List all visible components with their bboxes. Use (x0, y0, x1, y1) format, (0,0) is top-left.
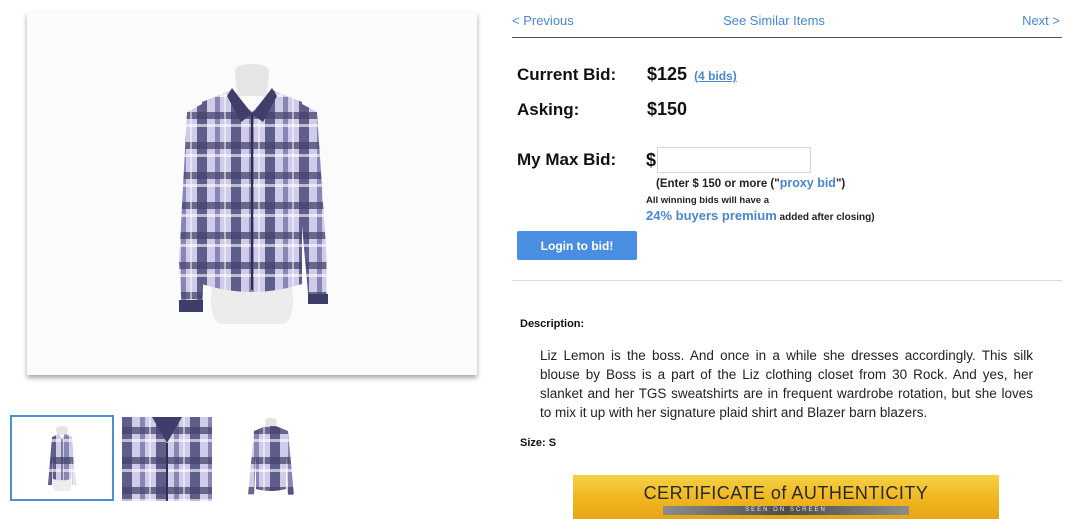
minimum-bid-prefix: (Enter $ 150 or more (" (656, 178, 780, 190)
buyers-premium-link[interactable]: 24% buyers premium (646, 208, 777, 223)
section-divider (512, 280, 1062, 281)
main-product-photo[interactable] (27, 12, 477, 375)
thumbnail-detail-image (122, 417, 212, 501)
bid-history-link[interactable]: (4 bids) (694, 69, 737, 83)
asking-label: Asking: (517, 100, 580, 119)
description-heading: Description: (520, 318, 585, 330)
max-bid-input[interactable] (657, 147, 811, 173)
item-navigation: See Similar Items < Previous Next > (512, 13, 1062, 38)
winning-bids-note: All winning bids will have a (646, 195, 769, 206)
size-label: Size: S (520, 437, 557, 449)
proxy-bid-link[interactable]: proxy bid (780, 176, 836, 190)
thumbnail-back-image (236, 417, 306, 501)
previous-item-link[interactable]: < Previous (512, 13, 574, 28)
asking-value: $150 (647, 99, 688, 119)
max-bid-label: My Max Bid: (517, 150, 617, 169)
thumbnail-detail[interactable] (122, 417, 212, 501)
certificate-subtitle: SEEN ON SCREEN (663, 506, 909, 515)
currency-symbol: $ (646, 150, 657, 170)
minimum-bid-note: (Enter $ 150 or more ("proxy bid") (656, 176, 845, 190)
thumbnail-back[interactable] (236, 417, 306, 501)
thumbnail-front[interactable] (10, 415, 114, 501)
login-to-bid-button[interactable]: Login to bid! (517, 231, 637, 260)
current-bid-label: Current Bid: (517, 65, 617, 84)
minimum-bid-suffix: ") (835, 178, 846, 190)
current-bid-value-group: $125 (4 bids) (647, 64, 737, 85)
buyers-premium-note: 24% buyers premium added after closing) (646, 208, 875, 223)
certificate-title: CERTIFICATE of AUTHENTICITY (643, 483, 929, 503)
current-bid-value: $125 (647, 64, 688, 84)
see-similar-items-link[interactable]: See Similar Items (512, 13, 1036, 28)
buyers-premium-suffix: added after closing) (776, 212, 875, 223)
next-item-link[interactable]: Next > (1022, 13, 1060, 28)
thumbnail-front-image (12, 417, 112, 499)
plaid-blouse-image (179, 64, 328, 324)
description-text: Liz Lemon is the boss. And once in a whi… (540, 348, 1033, 420)
certificate-of-authenticity-banner: CERTIFICATE of AUTHENTICITY SEEN ON SCRE… (573, 475, 999, 519)
